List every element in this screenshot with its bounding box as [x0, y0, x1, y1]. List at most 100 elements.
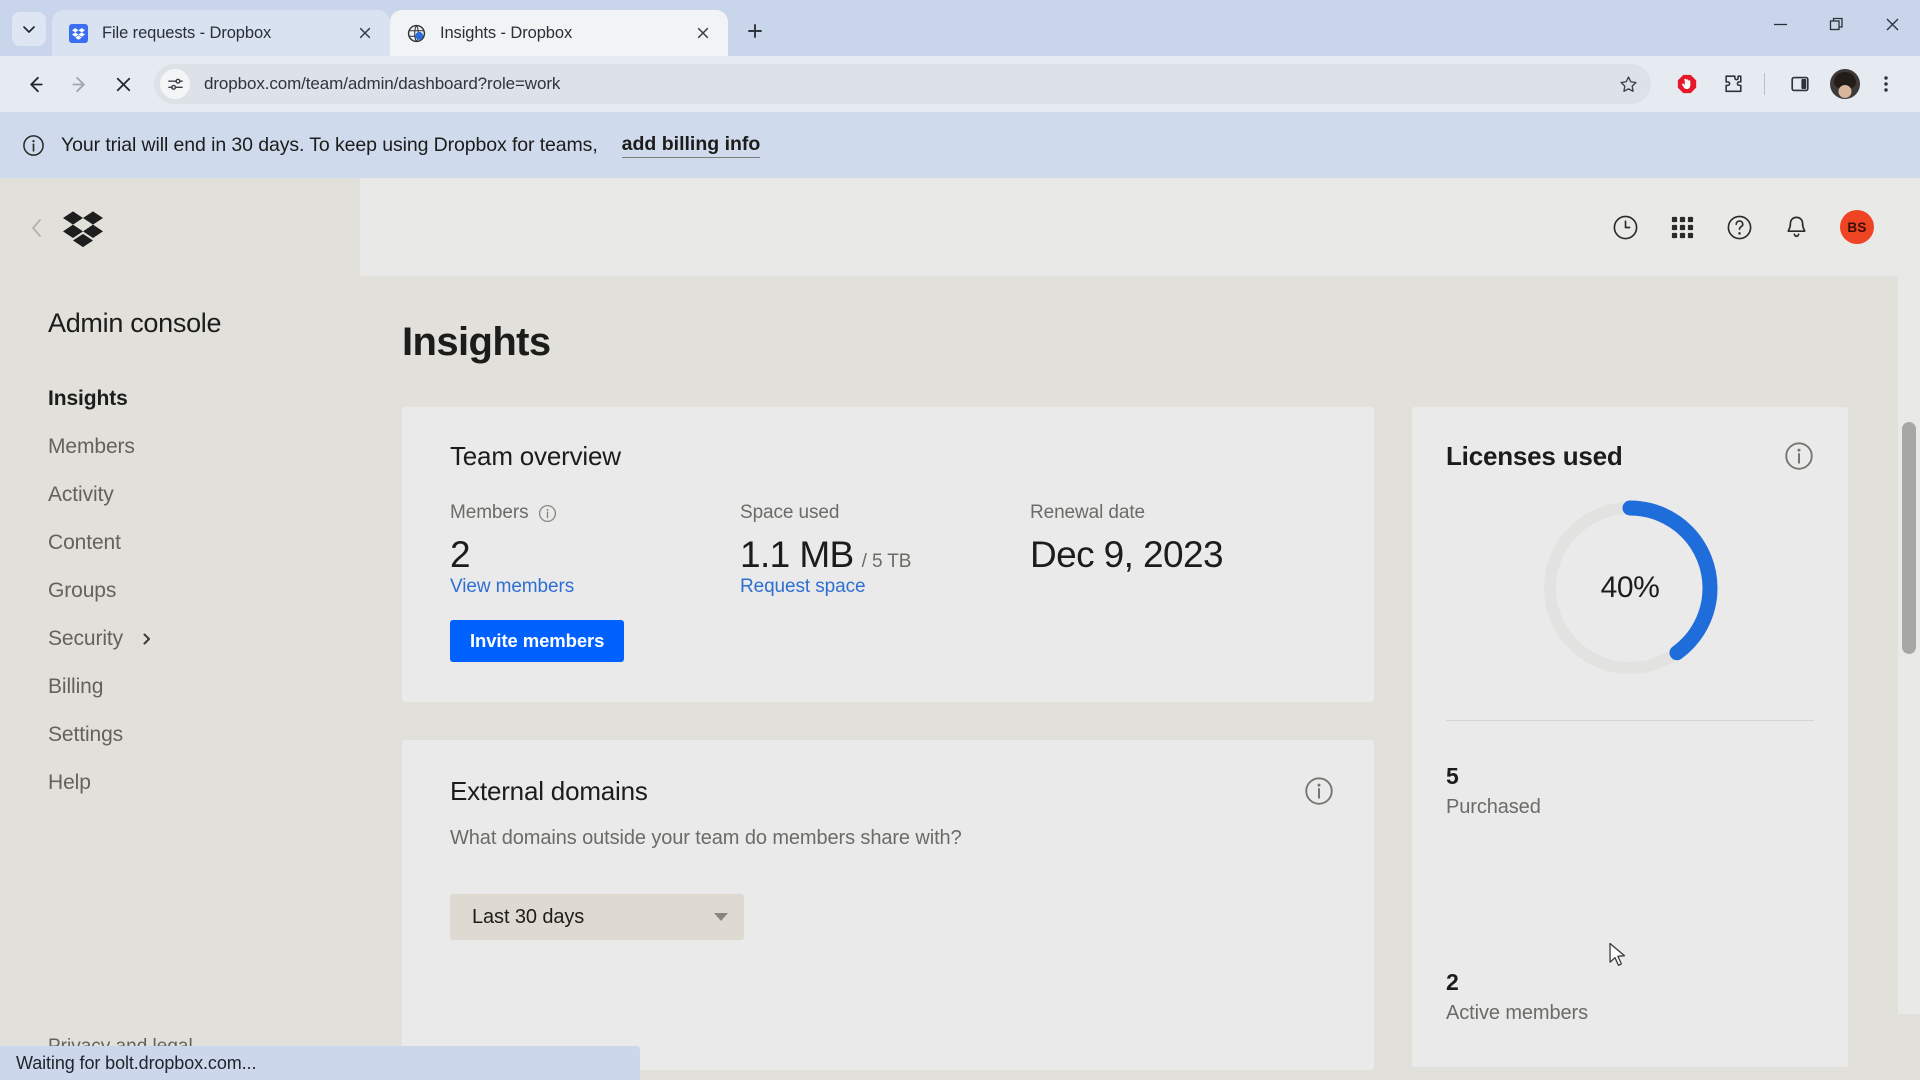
external-domains-subtitle: What domains outside your team do member…	[450, 827, 1334, 850]
members-stat: Members 2 View members	[450, 502, 740, 662]
notification-bell-icon[interactable]	[1783, 214, 1810, 241]
address-bar[interactable]: dropbox.com/team/admin/dashboard?role=wo…	[154, 64, 1651, 104]
restore-button[interactable]	[1808, 0, 1864, 48]
right-column: Licenses used	[1412, 407, 1848, 1067]
browser-status-bubble: Waiting for bolt.dropbox.com...	[0, 1046, 640, 1080]
sidebar-item-label: Members	[48, 435, 135, 459]
sidebar-item-label: Settings	[48, 723, 123, 747]
add-billing-info-link[interactable]: add billing info	[622, 133, 761, 158]
side-panel-icon[interactable]	[1780, 64, 1820, 104]
sidebar-item-members[interactable]: Members	[0, 423, 360, 471]
info-icon[interactable]	[1304, 776, 1334, 806]
chevron-right-icon	[141, 633, 153, 645]
members-label-row: Members	[450, 502, 740, 524]
invite-members-button[interactable]: Invite members	[450, 620, 624, 662]
renewal-date-label: Renewal date	[1030, 502, 1223, 524]
browser-chrome: File requests - Dropbox Insights - Dropb…	[0, 0, 1920, 112]
trial-banner: Your trial will end in 30 days. To keep …	[0, 112, 1920, 178]
window-controls	[1752, 0, 1920, 48]
adblock-icon[interactable]	[1667, 64, 1707, 104]
sidebar-item-security[interactable]: Security	[0, 615, 360, 663]
tab-search-button[interactable]	[12, 12, 46, 46]
members-label: Members	[450, 502, 528, 524]
new-tab-button[interactable]	[738, 14, 772, 48]
dropbox-favicon	[68, 23, 88, 43]
info-icon	[22, 134, 45, 157]
tab-title: Insights - Dropbox	[440, 24, 684, 43]
chevron-down-icon	[21, 21, 37, 37]
main-content: BS Insights Team overview Members	[360, 178, 1920, 1080]
date-range-select[interactable]: Last 30 days	[450, 894, 744, 940]
space-used-label: Space used	[740, 502, 1030, 524]
back-button[interactable]	[14, 63, 56, 105]
tune-icon[interactable]	[160, 69, 190, 99]
scrollbar-thumb[interactable]	[1902, 422, 1916, 654]
extensions-icon[interactable]	[1713, 64, 1753, 104]
close-icon[interactable]	[352, 20, 378, 46]
request-space-link[interactable]: Request space	[740, 576, 865, 597]
forward-button[interactable]	[58, 63, 100, 105]
donut-center-label: 40%	[1601, 571, 1660, 605]
external-domains-heading: External domains	[450, 776, 648, 807]
purchased-stat: 5 Purchased	[1446, 763, 1814, 819]
team-stats: Members 2 View members	[450, 502, 1334, 662]
browser-tab-insights[interactable]: Insights - Dropbox	[390, 10, 728, 56]
minimize-button[interactable]	[1752, 0, 1808, 48]
purchased-value: 5	[1446, 763, 1814, 790]
sidebar-item-activity[interactable]: Activity	[0, 471, 360, 519]
profile-avatar[interactable]	[1830, 69, 1860, 99]
star-icon[interactable]	[1611, 67, 1645, 101]
tab-strip: File requests - Dropbox Insights - Dropb…	[0, 0, 1920, 56]
clock-icon[interactable]	[1612, 214, 1639, 241]
sidebar-item-help[interactable]: Help	[0, 759, 360, 807]
dropbox-logo[interactable]	[60, 208, 106, 248]
sidebar-header	[0, 178, 360, 278]
external-domains-header: External domains	[450, 776, 1334, 807]
sidebar-item-billing[interactable]: Billing	[0, 663, 360, 711]
members-value: 2	[450, 534, 740, 576]
renewal-date-value: Dec 9, 2023	[1030, 534, 1223, 576]
sidebar-item-label: Activity	[48, 483, 114, 507]
sidebar-item-label: Groups	[48, 579, 116, 603]
page-scrollbar[interactable]	[1898, 178, 1920, 1014]
sidebar-item-label: Security	[48, 627, 123, 651]
sidebar-item-label: Billing	[48, 675, 103, 699]
space-used-value: 1.1 MB	[740, 534, 854, 576]
sidebar: Admin console Insights Members Activity …	[0, 178, 360, 1080]
app-grid-icon[interactable]	[1669, 214, 1696, 241]
active-members-value: 2	[1446, 969, 1814, 996]
stop-loading-button[interactable]	[102, 63, 144, 105]
licenses-used-card: Licenses used	[1412, 407, 1848, 1067]
space-used-value-row: 1.1 MB / 5 TB	[740, 534, 1030, 576]
active-members-stat: 2 Active members	[1446, 969, 1814, 1025]
info-icon[interactable]	[538, 504, 557, 523]
sidebar-item-label: Content	[48, 531, 121, 555]
globe-favicon	[406, 23, 426, 43]
purchased-label: Purchased	[1446, 796, 1814, 819]
active-members-label: Active members	[1446, 1002, 1814, 1025]
dashboard-cards: Team overview Members	[360, 365, 1920, 1070]
sidebar-item-settings[interactable]: Settings	[0, 711, 360, 759]
sidebar-item-content[interactable]: Content	[0, 519, 360, 567]
trial-banner-text: Your trial will end in 30 days. To keep …	[61, 134, 598, 157]
external-domains-card: External domains What domains outside yo…	[402, 740, 1374, 1070]
sidebar-item-label: Help	[48, 771, 91, 795]
app-body: Admin console Insights Members Activity …	[0, 178, 1920, 1080]
left-column: Team overview Members	[402, 407, 1374, 1070]
help-icon[interactable]	[1726, 214, 1753, 241]
tab-title: File requests - Dropbox	[102, 24, 346, 43]
browser-tab-file-requests[interactable]: File requests - Dropbox	[52, 10, 390, 56]
renewal-date-stat: Renewal date Dec 9, 2023	[1030, 502, 1223, 662]
sidebar-item-insights[interactable]: Insights	[0, 375, 360, 423]
chevron-left-icon[interactable]	[30, 218, 44, 238]
licenses-heading: Licenses used	[1446, 441, 1623, 472]
view-members-link[interactable]: View members	[450, 576, 574, 597]
info-icon[interactable]	[1784, 441, 1814, 471]
avatar[interactable]: BS	[1840, 210, 1874, 244]
sidebar-item-groups[interactable]: Groups	[0, 567, 360, 615]
close-button[interactable]	[1864, 0, 1920, 48]
space-used-stat: Space used 1.1 MB / 5 TB Request space	[740, 502, 1030, 662]
space-total: / 5 TB	[862, 551, 912, 573]
close-icon[interactable]	[690, 20, 716, 46]
more-menu-icon[interactable]	[1866, 64, 1906, 104]
